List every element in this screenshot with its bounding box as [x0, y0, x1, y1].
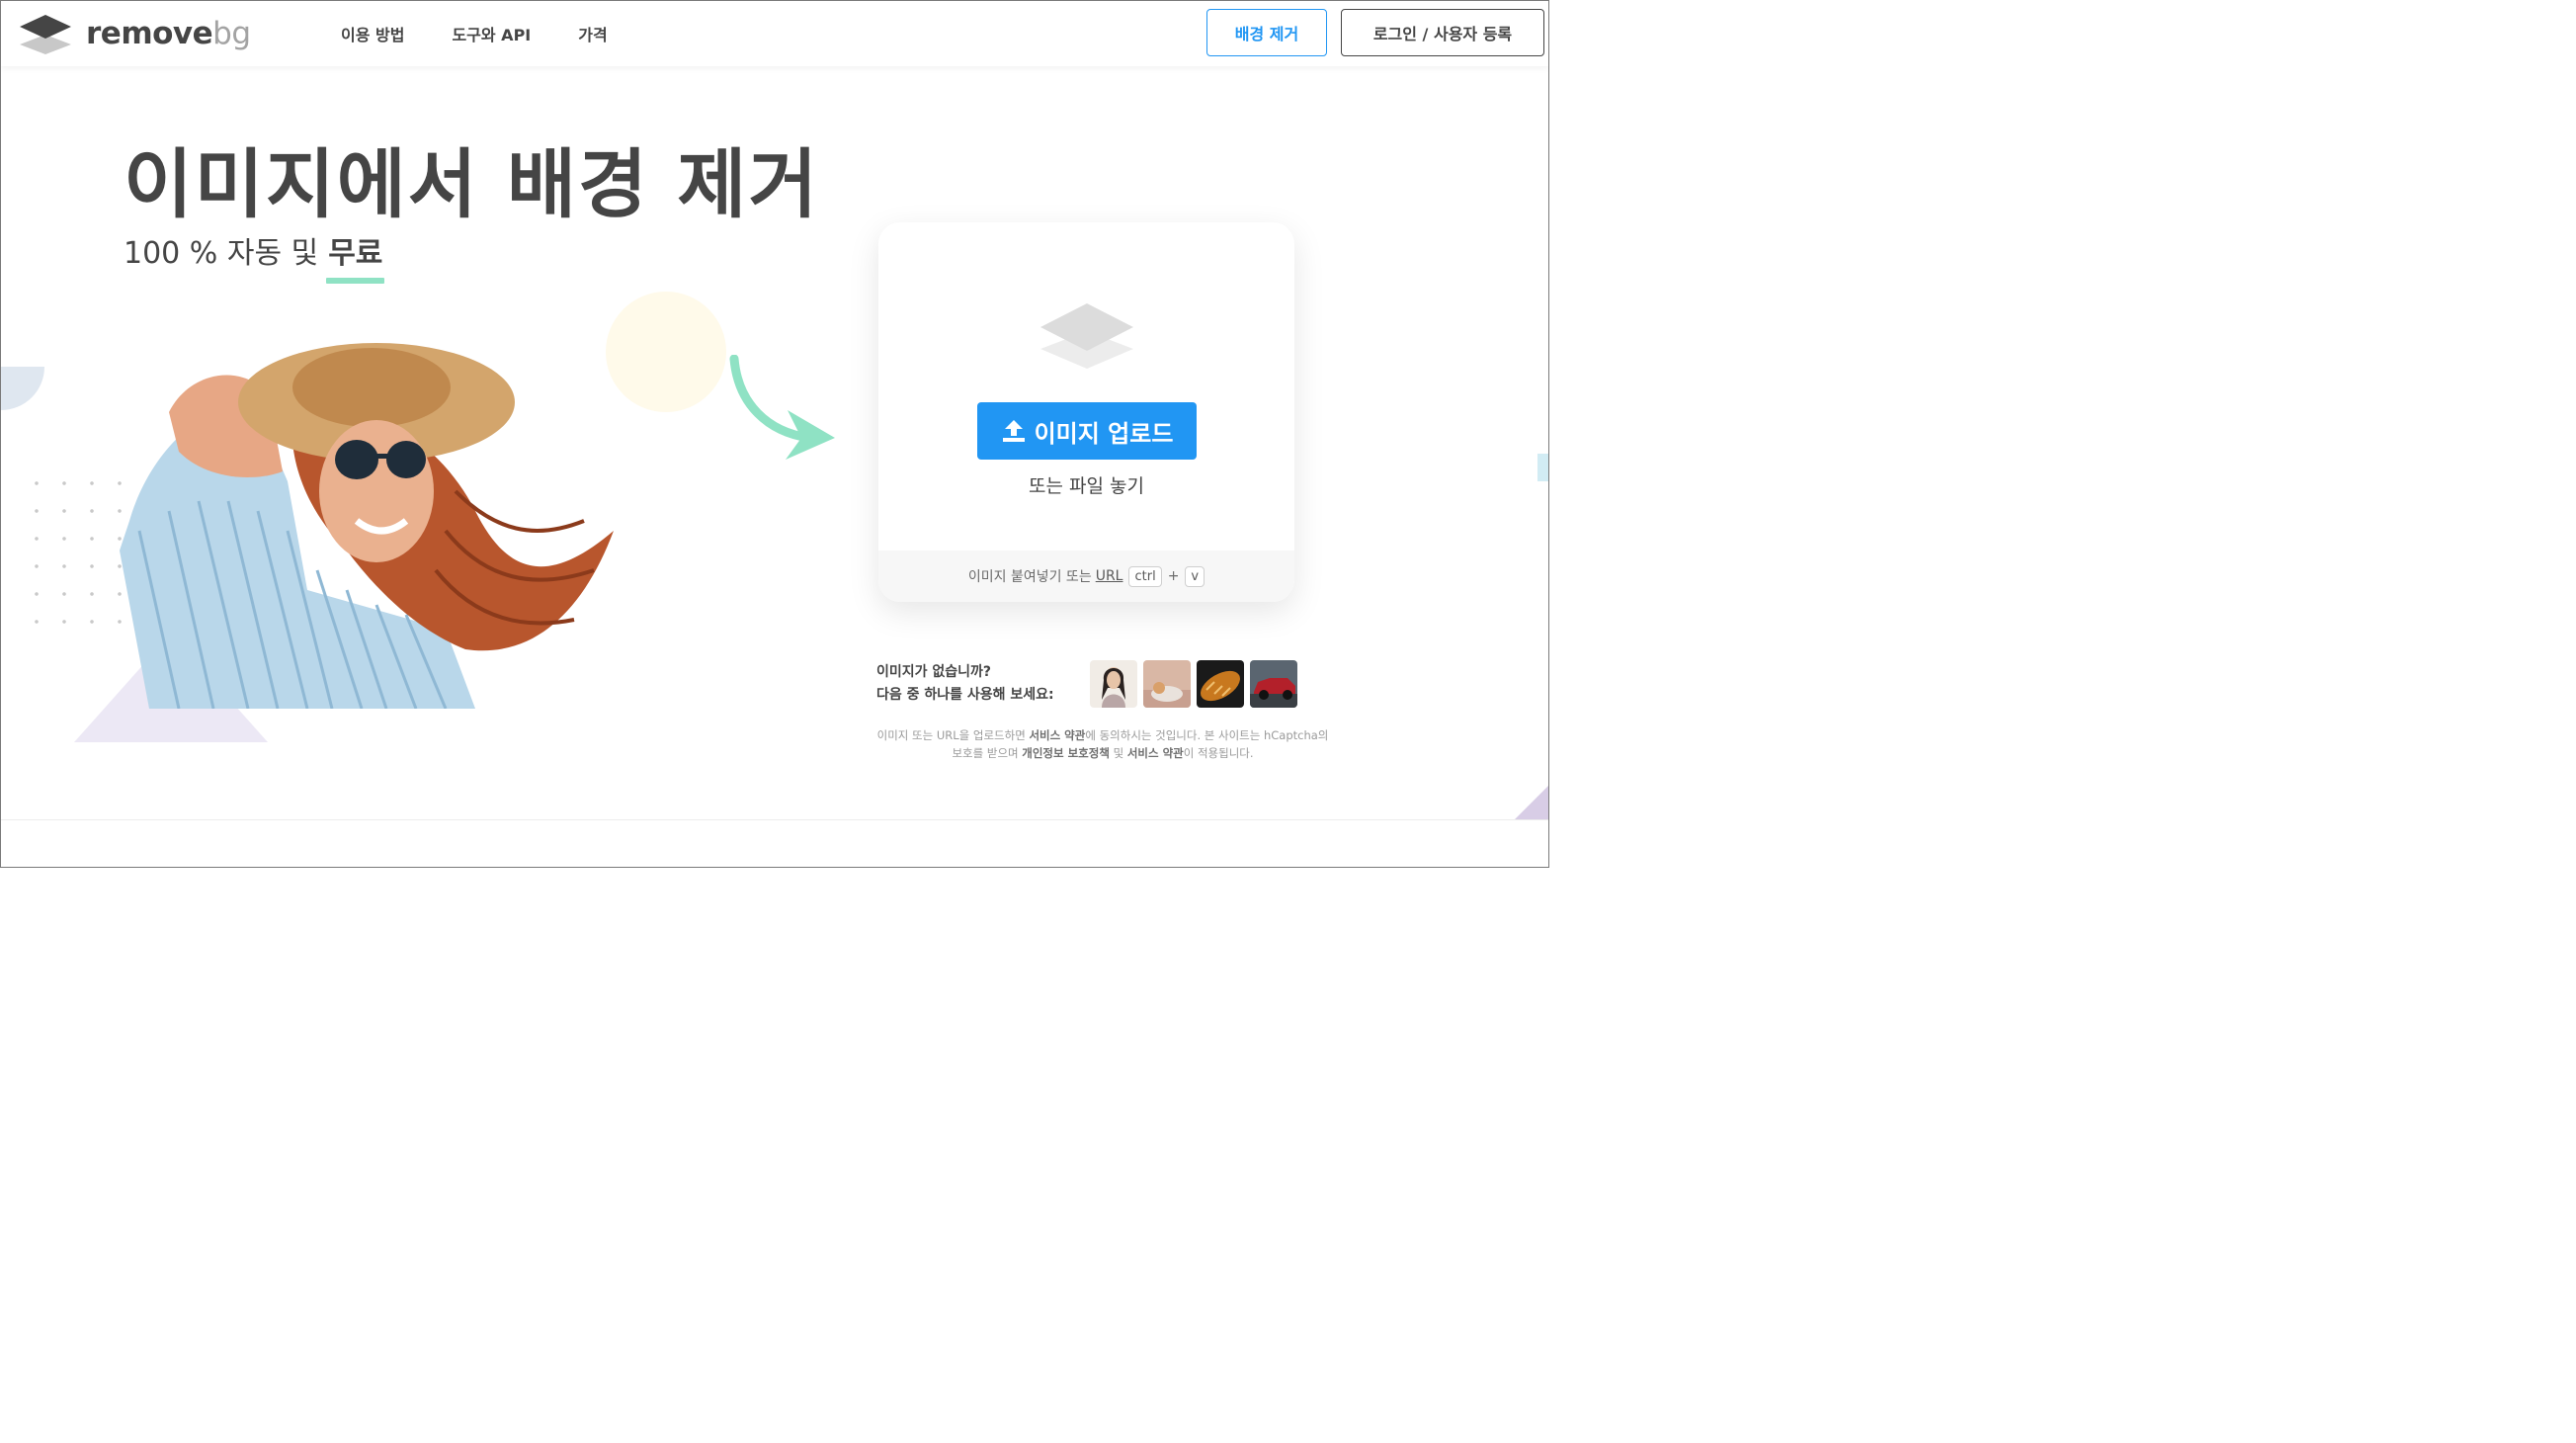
terms-text-1: 이미지 또는 URL을 업로드하면	[876, 728, 1030, 742]
nav-pricing[interactable]: 가격	[578, 22, 607, 45]
sample-prompt-line2: 다음 중 하나를 사용해 보세요:	[876, 687, 1054, 703]
sample-images	[1090, 660, 1297, 708]
upload-card[interactable]: 이미지 업로드 또는 파일 놓기 이미지 붙여넣기 또는 URL ctrl + …	[878, 222, 1294, 602]
upload-button-label: 이미지 업로드	[1034, 419, 1174, 448]
logo-text: removebg	[86, 16, 251, 51]
logo[interactable]: removebg	[19, 13, 251, 54]
sample-image-woman[interactable]	[1090, 660, 1137, 708]
decor-yellow-circle	[606, 292, 726, 412]
nav-how-to-use[interactable]: 이용 방법	[341, 22, 404, 45]
terms-notice: 이미지 또는 URL을 업로드하면 서비스 약관에 동의하시는 것입니다. 본 …	[876, 726, 1329, 762]
paste-url-link[interactable]: URL	[1096, 568, 1123, 584]
terms-text-3: 및	[1109, 746, 1127, 760]
paste-text: 이미지 붙여넣기 또는	[967, 569, 1092, 585]
sample-image-bread[interactable]	[1197, 660, 1244, 708]
terms-of-service-link-2[interactable]: 서비스 약관	[1127, 746, 1184, 760]
sample-image-cat[interactable]	[1143, 660, 1191, 708]
hero-woman-image	[120, 343, 614, 709]
decor-corner-triangle	[1515, 786, 1548, 819]
logo-layers-icon	[20, 15, 71, 54]
upload-image-button[interactable]: 이미지 업로드	[977, 402, 1197, 460]
decor-dot-grid	[23, 469, 131, 647]
privacy-policy-link[interactable]: 개인정보 보호정책	[1022, 746, 1110, 760]
main-nav: 이용 방법 도구와 API 가격	[341, 1, 655, 66]
kbd-v: v	[1185, 565, 1205, 587]
hero-subtitle: 100 % 자동 및 무료	[124, 228, 385, 284]
subtitle-free: 무료	[326, 228, 385, 284]
paste-bar: 이미지 붙여넣기 또는 URL ctrl + v	[878, 551, 1294, 602]
sample-image-car[interactable]	[1250, 660, 1297, 708]
layers-placeholder-icon	[1040, 303, 1133, 369]
decor-half-circle	[1, 367, 44, 410]
kbd-ctrl: ctrl	[1128, 565, 1162, 587]
subtitle-prefix: 100 % 자동 및	[124, 236, 319, 271]
kbd-plus: +	[1167, 568, 1180, 584]
upload-arrow-icon	[1002, 420, 1025, 442]
decor-right-tab	[1537, 454, 1548, 481]
section-divider	[1, 819, 1548, 820]
login-signup-button[interactable]: 로그인 / 사용자 등록	[1341, 9, 1544, 56]
page-title: 이미지에서 배경 제거	[124, 140, 820, 228]
nav-tools-api[interactable]: 도구와 API	[452, 22, 531, 45]
remove-background-button[interactable]: 배경 제거	[1206, 9, 1327, 56]
drop-file-text: 또는 파일 놓기	[1029, 475, 1144, 497]
page: removebg 이용 방법 도구와 API 가격 배경 제거 로그인 / 사용…	[0, 0, 1549, 868]
terms-of-service-link-1[interactable]: 서비스 약관	[1029, 728, 1085, 742]
terms-text-4: 이 적용됩니다.	[1183, 746, 1254, 760]
sample-prompt-line1: 이미지가 없습니까?	[876, 664, 992, 680]
curved-arrow-icon	[729, 355, 835, 460]
sample-prompt: 이미지가 없습니까? 다음 중 하나를 사용해 보세요:	[876, 661, 1054, 707]
header: removebg 이용 방법 도구와 API 가격 배경 제거 로그인 / 사용…	[1, 1, 1548, 66]
